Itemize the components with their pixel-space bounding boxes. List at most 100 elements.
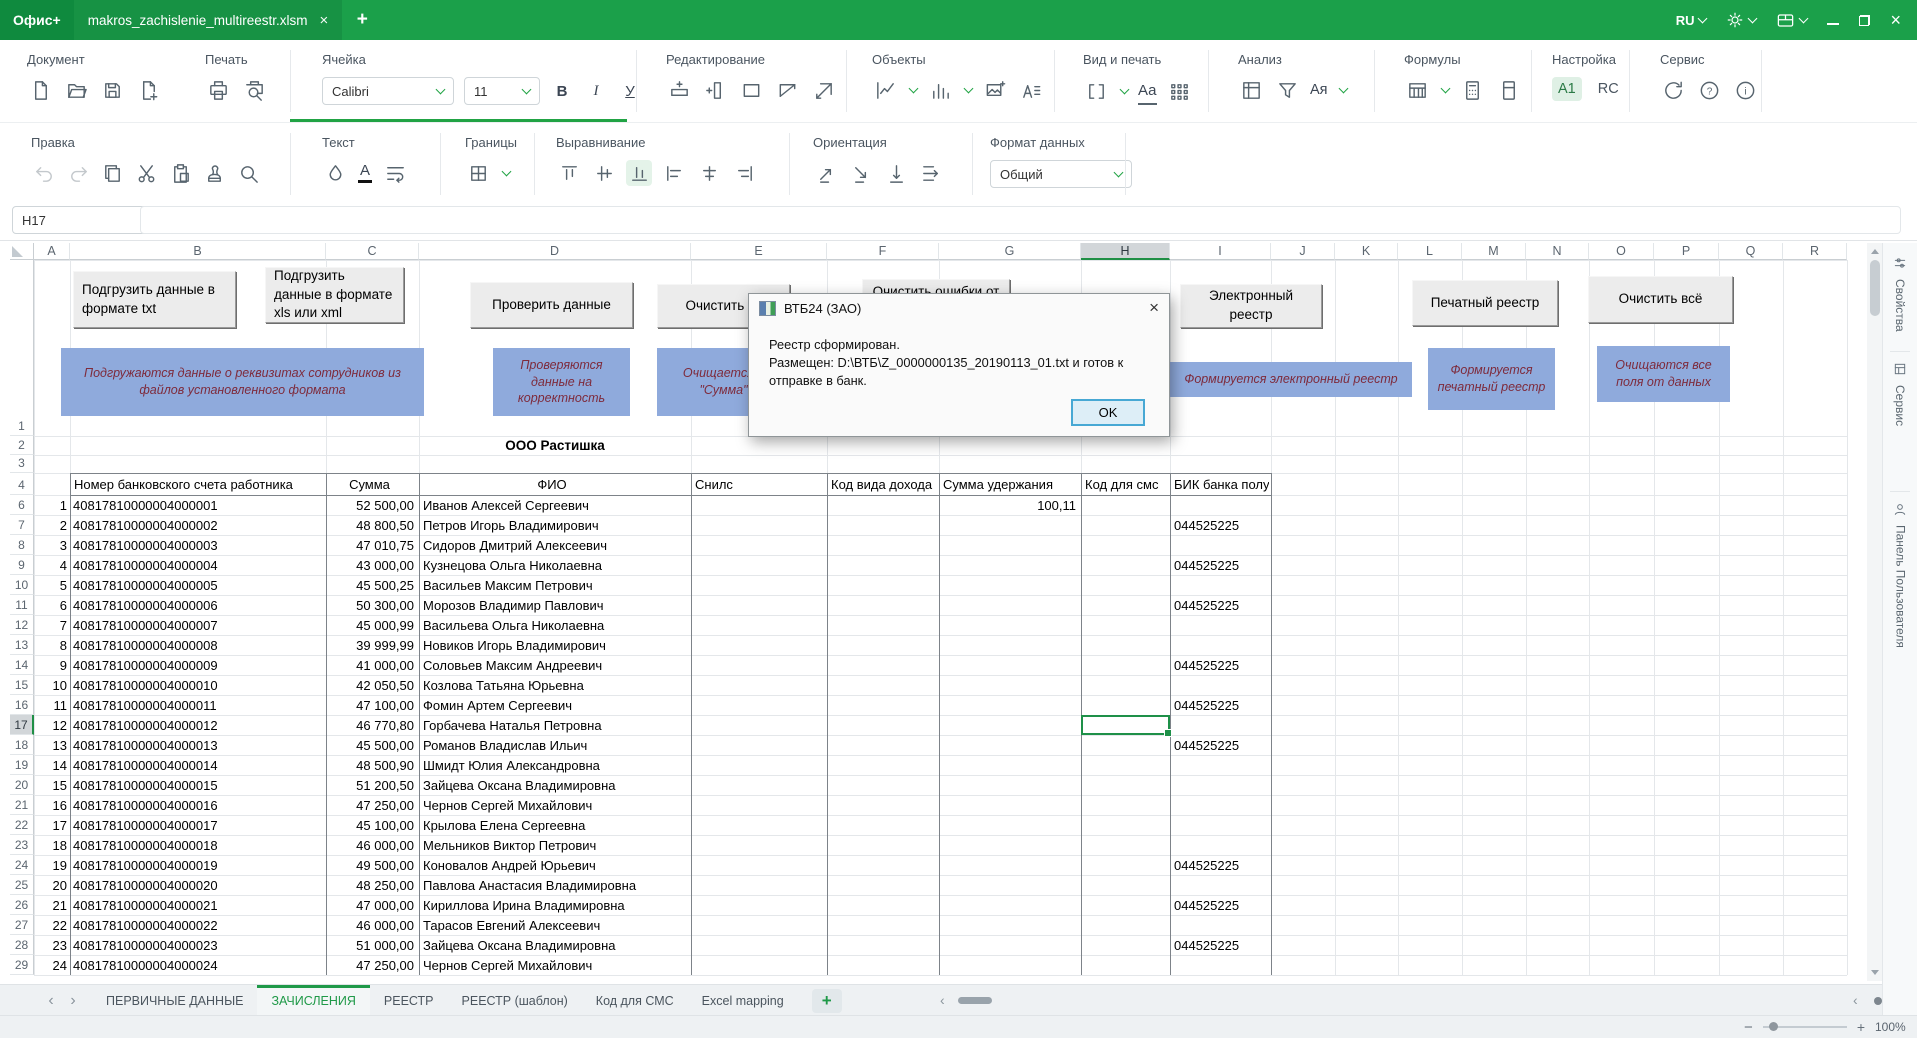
cell-amount[interactable]: 47 250,00 (326, 955, 414, 975)
cell-amount[interactable]: 51 000,00 (326, 935, 414, 955)
row-header-13[interactable]: 13 (10, 635, 34, 655)
cell-bik[interactable]: 044525225 (1174, 695, 1268, 715)
paste-icon[interactable] (167, 160, 193, 186)
cell-account[interactable]: 40817810000004000023 (73, 935, 323, 955)
cell-fio[interactable]: Кириллова Ирина Владимировна (423, 895, 687, 915)
cell-account[interactable]: 40817810000004000003 (73, 535, 323, 555)
cell-seq[interactable]: 1 (34, 495, 67, 515)
text-direction-icon[interactable] (918, 160, 944, 186)
cell-amount[interactable]: 50 300,00 (326, 595, 414, 615)
cell-account[interactable]: 40817810000004000024 (73, 955, 323, 975)
name-box[interactable]: H17 (12, 206, 151, 234)
fill-color-icon[interactable] (322, 160, 348, 186)
cell-amount[interactable]: 46 000,00 (326, 835, 414, 855)
font-size-select[interactable]: 11 (464, 77, 540, 105)
cell-account[interactable]: 40817810000004000005 (73, 575, 323, 595)
cell-seq[interactable]: 2 (34, 515, 67, 535)
cell-account[interactable]: 40817810000004000009 (73, 655, 323, 675)
cell-seq[interactable]: 20 (34, 875, 67, 895)
cell-amount[interactable]: 45 500,25 (326, 575, 414, 595)
row-header-23[interactable]: 23 (10, 835, 34, 855)
rc-reference-button[interactable]: RC (1592, 77, 1625, 101)
row-header-7[interactable]: 7 (10, 515, 34, 535)
cell-account[interactable]: 40817810000004000013 (73, 735, 323, 755)
zoom-out-button[interactable]: − (1744, 1019, 1753, 1036)
cell-amount[interactable]: 52 500,00 (326, 495, 414, 515)
row-header-12[interactable]: 12 (10, 615, 34, 635)
cell-seq[interactable]: 12 (34, 715, 67, 735)
align-middle-icon[interactable] (591, 160, 617, 186)
rotate-text-up-icon[interactable] (813, 160, 839, 186)
cell-seq[interactable]: 3 (34, 535, 67, 555)
cell-amount[interactable]: 45 000,99 (326, 615, 414, 635)
macro-button-3[interactable]: Проверить данные (470, 282, 633, 328)
cell-seq[interactable]: 16 (34, 795, 67, 815)
row-header-28[interactable]: 28 (10, 935, 34, 955)
insert-image-icon[interactable] (982, 77, 1008, 103)
cell-fio[interactable]: Чернов Сергей Михайлович (423, 955, 687, 975)
cell-amount[interactable]: 48 250,00 (326, 875, 414, 895)
cell-fio[interactable]: Морозов Владимир Павлович (423, 595, 687, 615)
scroll-down-icon[interactable] (1871, 970, 1879, 975)
sheet-tab-Excel mapping[interactable]: Excel mapping (688, 985, 798, 1016)
row-header-2[interactable]: 2 (10, 436, 34, 455)
sheet-tab-ЗАЧИСЛЕНИЯ[interactable]: ЗАЧИСЛЕНИЯ (257, 985, 369, 1016)
font-color-icon[interactable]: А (358, 163, 372, 183)
row-header-14[interactable]: 14 (10, 655, 34, 675)
cell-bik[interactable]: 044525225 (1174, 515, 1268, 535)
theme-switcher[interactable] (1726, 11, 1756, 29)
save-as-icon[interactable] (135, 77, 161, 103)
vertical-scroll-thumb[interactable] (1870, 260, 1880, 316)
cell-account[interactable]: 40817810000004000006 (73, 595, 323, 615)
cell-fio[interactable]: Коновалов Андрей Юрьевич (423, 855, 687, 875)
cell-seq[interactable]: 21 (34, 895, 67, 915)
column-header-R[interactable]: R (1783, 243, 1847, 260)
clear-cells-icon[interactable] (810, 77, 836, 103)
row-header-6[interactable]: 6 (10, 495, 34, 515)
service-panel-item[interactable]: Сервис (1883, 361, 1917, 426)
format-painter-icon[interactable] (201, 160, 227, 186)
hscroll-left-icon[interactable]: ‹ (940, 992, 945, 1008)
cell-amount[interactable]: 49 500,00 (326, 855, 414, 875)
cell-fio[interactable]: Тарасов Евгений Алексеевич (423, 915, 687, 935)
underline-button[interactable]: У (618, 78, 642, 104)
update-icon[interactable] (1660, 77, 1686, 103)
selected-cell-H17[interactable] (1081, 715, 1170, 735)
pivot-table-icon[interactable] (1238, 77, 1264, 103)
panel-toggle-dot[interactable] (1874, 997, 1882, 1005)
rotate-text-down-icon[interactable] (848, 160, 874, 186)
sparkline-icon[interactable] (872, 77, 898, 103)
column-header-N[interactable]: N (1526, 243, 1589, 260)
cell-account[interactable]: 40817810000004000008 (73, 635, 323, 655)
sheet-tab-Код для СМС[interactable]: Код для СМС (582, 985, 688, 1016)
cell-fio[interactable]: Фомин Артем Сергеевич (423, 695, 687, 715)
cell-amount[interactable]: 47 010,75 (326, 535, 414, 555)
row-header-26[interactable]: 26 (10, 895, 34, 915)
scroll-up-icon[interactable] (1871, 249, 1879, 254)
sheet-tab-ПЕРВИЧНЫЕ ДАННЫЕ[interactable]: ПЕРВИЧНЫЕ ДАННЫЕ (92, 985, 257, 1016)
column-header-I[interactable]: I (1170, 243, 1271, 260)
language-switcher[interactable]: RU (1676, 13, 1707, 28)
macro-button-6[interactable]: Электронный реестр (1180, 284, 1322, 328)
cell-bik[interactable]: 044525225 (1174, 555, 1268, 575)
user-panel-item[interactable]: Панель Пользователя (1883, 501, 1917, 648)
cell-amount[interactable]: 39 999,99 (326, 635, 414, 655)
table-header-cell[interactable]: Код вида дохода (831, 473, 937, 495)
cell-amount[interactable]: 51 200,50 (326, 775, 414, 795)
cell-fio[interactable]: Горбачева Наталья Петровна (423, 715, 687, 735)
cell-seq[interactable]: 9 (34, 655, 67, 675)
row-header-20[interactable]: 20 (10, 775, 34, 795)
cell-amount[interactable]: 41 000,00 (326, 655, 414, 675)
column-header-E[interactable]: E (691, 243, 827, 260)
cell-account[interactable]: 40817810000004000019 (73, 855, 323, 875)
align-bottom-icon[interactable] (626, 160, 652, 186)
copy-icon[interactable] (99, 160, 125, 186)
macro-button-8[interactable]: Очистить всё (1588, 276, 1733, 323)
help-icon[interactable]: ? (1696, 77, 1722, 103)
cell-seq[interactable]: 7 (34, 615, 67, 635)
align-center-icon[interactable] (696, 160, 722, 186)
cell-fio[interactable]: Петров Игорь Владимирович (423, 515, 687, 535)
sheet-tab-РЕЕСТР[interactable]: РЕЕСТР (370, 985, 448, 1016)
align-top-icon[interactable] (556, 160, 582, 186)
row-header-27[interactable]: 27 (10, 915, 34, 935)
